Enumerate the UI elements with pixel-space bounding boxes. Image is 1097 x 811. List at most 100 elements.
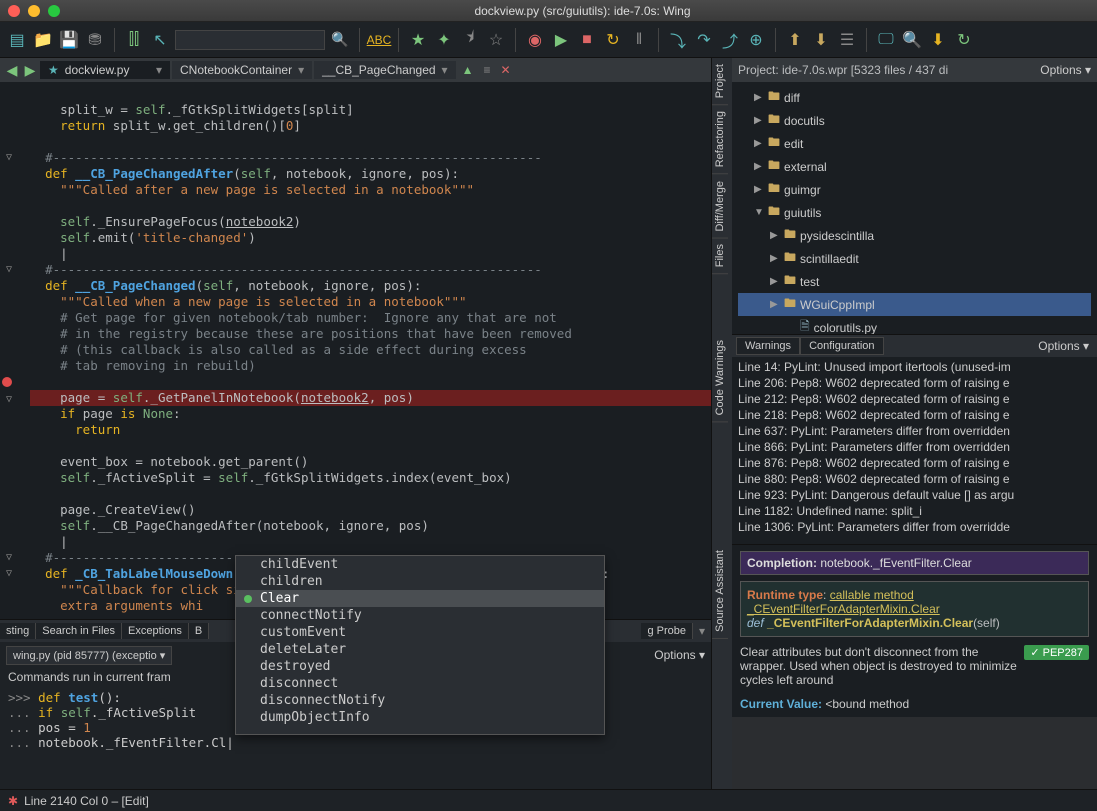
warn-item[interactable]: Line 1306: PyLint: Parameters differ fro… xyxy=(738,519,1091,535)
tree-row[interactable]: ▶🖿edit xyxy=(738,132,1091,155)
saveall-icon[interactable]: ⛃ xyxy=(84,29,106,51)
bars-icon[interactable]: ⫿⫿ xyxy=(123,29,145,51)
nav-fwd-icon[interactable]: ▶ xyxy=(22,62,38,79)
autocomplete-popup[interactable]: childEventchildrenClearconnectNotifycust… xyxy=(235,555,605,735)
close-tab-icon[interactable]: ✕ xyxy=(500,63,510,77)
warn-item[interactable]: Line 637: PyLint: Parameters differ from… xyxy=(738,423,1091,439)
vtab-codewarnings[interactable]: Code Warnings xyxy=(712,334,728,422)
vtab-files[interactable]: Files xyxy=(712,238,728,274)
search2-icon[interactable]: 🔍 xyxy=(901,29,923,51)
stepout-icon[interactable]: ⤴ xyxy=(719,29,741,51)
code-editor[interactable]: ▽ ▽ ▽ ▽ ▽ split_w = self._fGtkSplitWidge… xyxy=(0,82,711,619)
class-combo[interactable]: CNotebookContainer ▾ xyxy=(172,61,312,79)
close-icon[interactable] xyxy=(8,5,20,17)
warn-item[interactable]: Line 14: PyLint: Unused import itertools… xyxy=(738,359,1091,375)
autocomplete-item[interactable]: disconnect xyxy=(236,675,604,692)
spellcheck-icon[interactable]: ABC xyxy=(368,29,390,51)
autocomplete-item[interactable]: Clear xyxy=(236,590,604,607)
autocomplete-item[interactable]: connectNotify xyxy=(236,607,604,624)
warn-item[interactable]: Line 876: Pep8: W602 deprecated form of … xyxy=(738,455,1091,471)
autocomplete-item[interactable]: dumpObjectInfo xyxy=(236,709,604,726)
tree-row[interactable]: ▼🖿guiutils xyxy=(738,201,1091,224)
tree-row[interactable]: ▶🖿scintillaedit xyxy=(738,247,1091,270)
vtab-project[interactable]: Project xyxy=(712,58,728,105)
file-tab[interactable]: ★ dockview.py ▾ xyxy=(40,61,170,79)
autocomplete-item[interactable]: destroyed xyxy=(236,658,604,675)
stop-icon[interactable]: ■ xyxy=(576,29,598,51)
tree-row[interactable]: ▶🖿guimgr xyxy=(738,178,1091,201)
project-tree[interactable]: ▶🖿diff▶🖿docutils▶🖿edit▶🖿external▶🖿guimgr… xyxy=(732,82,1097,334)
minimize-icon[interactable] xyxy=(28,5,40,17)
tab-b[interactable]: B xyxy=(189,623,209,639)
fold-icon[interactable]: ▽ xyxy=(6,150,12,166)
warn-item[interactable]: Line 880: Pep8: W602 deprecated form of … xyxy=(738,471,1091,487)
tab-exceptions[interactable]: Exceptions xyxy=(122,623,189,639)
warnings-list[interactable]: Line 14: PyLint: Unused import itertools… xyxy=(732,357,1097,544)
options-button[interactable]: Options ▾ xyxy=(654,648,705,662)
new-file-icon[interactable]: ▤ xyxy=(6,29,28,51)
star-icon[interactable]: ★ xyxy=(407,29,429,51)
target-icon[interactable]: ⊕ xyxy=(745,29,767,51)
tree-row[interactable]: ▶🖿test xyxy=(738,270,1091,293)
vtab-diff[interactable]: Diff/Merge xyxy=(712,175,728,239)
autocomplete-item[interactable]: customEvent xyxy=(236,624,604,641)
tab-probe[interactable]: g Probe xyxy=(641,623,693,639)
stepin-icon[interactable]: ⤵ xyxy=(667,29,689,51)
maximize-icon[interactable] xyxy=(48,5,60,17)
starout-icon[interactable]: ☆ xyxy=(485,29,507,51)
warn-item[interactable]: Line 866: PyLint: Parameters differ from… xyxy=(738,439,1091,455)
runtime-value[interactable]: callable method xyxy=(830,588,914,602)
warn-item[interactable]: Line 212: Pep8: W602 deprecated form of … xyxy=(738,391,1091,407)
autocomplete-item[interactable]: disconnectNotify xyxy=(236,692,604,709)
warn-item[interactable]: Line 923: PyLint: Dangerous default valu… xyxy=(738,487,1091,503)
download-icon[interactable]: ⬇ xyxy=(927,29,949,51)
method-combo[interactable]: __CB_PageChanged ▾ xyxy=(314,61,455,79)
reload-icon[interactable]: ↻ xyxy=(602,29,624,51)
warn-tab-icon[interactable]: ▲ xyxy=(462,63,474,77)
stackdown-icon[interactable]: ⬇ xyxy=(810,29,832,51)
warn-item[interactable]: Line 1182: Undefined name: split_i xyxy=(738,503,1091,519)
warn-item[interactable]: Line 218: Pep8: W602 deprecated form of … xyxy=(738,407,1091,423)
class-link[interactable]: _CEventFilterForAdapterMixin.Clear xyxy=(747,602,940,616)
breakpoint-icon[interactable] xyxy=(2,377,12,387)
tab-search[interactable]: Search in Files xyxy=(36,623,122,639)
save-icon[interactable]: 💾 xyxy=(58,29,80,51)
tree-row[interactable]: ▶🖿diff xyxy=(738,86,1091,109)
stack-icon[interactable]: ☰ xyxy=(836,29,858,51)
nav-back-icon[interactable]: ◀ xyxy=(4,62,20,79)
tree-row[interactable]: ▶🖿external xyxy=(738,155,1091,178)
autocomplete-item[interactable]: childEvent xyxy=(236,556,604,573)
vtab-assist[interactable]: Source Assistant xyxy=(712,544,728,639)
fold-icon[interactable]: ▽ xyxy=(6,550,12,566)
pause-icon[interactable]: ‖ xyxy=(628,29,650,51)
vtab-refactoring[interactable]: Refactoring xyxy=(712,105,728,174)
project-options[interactable]: Options ▾ xyxy=(1040,63,1091,77)
halfstar-icon[interactable]: ⯨ xyxy=(459,29,481,51)
monitor-icon[interactable]: 🖵 xyxy=(875,29,897,51)
stackup-icon[interactable]: ⬆ xyxy=(784,29,806,51)
process-combo[interactable]: wing.py (pid 85777) (exceptio ▾ xyxy=(6,646,172,665)
tab-warnings[interactable]: Warnings xyxy=(736,337,800,355)
warn-options[interactable]: Options ▾ xyxy=(1038,339,1093,353)
refresh-icon[interactable]: ↻ xyxy=(953,29,975,51)
bug-icon[interactable]: ✱ xyxy=(8,794,18,808)
tree-row[interactable]: ▶🖿WGuiCppImpl xyxy=(738,293,1091,316)
play-icon[interactable]: ▶ xyxy=(550,29,572,51)
tab-config[interactable]: Configuration xyxy=(800,337,883,355)
box-icon[interactable]: ◉ xyxy=(524,29,546,51)
diff-tab-icon[interactable]: ≡ xyxy=(483,63,490,77)
tree-row[interactable]: ▶🖿pysidescintilla xyxy=(738,224,1091,247)
stepover-icon[interactable]: ↷ xyxy=(693,29,715,51)
fold-icon[interactable]: ▽ xyxy=(6,392,12,408)
fold-icon[interactable]: ▽ xyxy=(6,262,12,278)
search-input[interactable] xyxy=(175,30,325,50)
sparkle-icon[interactable]: ✦ xyxy=(433,29,455,51)
warn-item[interactable]: Line 206: Pep8: W602 deprecated form of … xyxy=(738,375,1091,391)
tab-testing[interactable]: sting xyxy=(0,623,36,639)
autocomplete-item[interactable]: deleteLater xyxy=(236,641,604,658)
cursor-icon[interactable]: ↖ xyxy=(149,29,171,51)
autocomplete-item[interactable]: children xyxy=(236,573,604,590)
search-icon[interactable]: 🔍 xyxy=(329,29,351,51)
tree-row[interactable]: ▶🖿docutils xyxy=(738,109,1091,132)
fold-icon[interactable]: ▽ xyxy=(6,566,12,582)
